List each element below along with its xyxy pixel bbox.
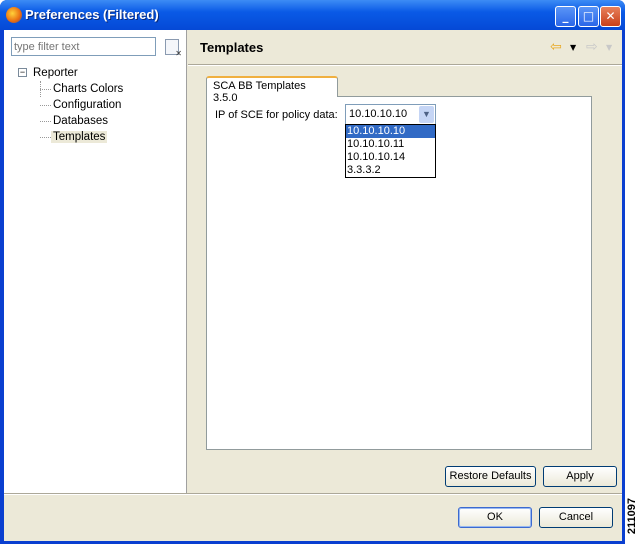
tab-panel: IP of SCE for policy data: 10.10.10.10 ▼ …: [206, 96, 592, 450]
restore-defaults-button[interactable]: Restore Defaults: [445, 466, 536, 487]
tree-item-reporter[interactable]: − Reporter: [18, 65, 123, 81]
tree-item-charts-colors[interactable]: Charts Colors: [18, 81, 123, 97]
page-title: Templates: [200, 40, 264, 55]
close-button[interactable]: ✕: [600, 6, 621, 27]
dropdown-option[interactable]: 10.10.10.14: [346, 151, 435, 164]
back-arrow-icon[interactable]: ⇦: [550, 39, 562, 55]
collapse-icon[interactable]: −: [18, 68, 27, 78]
window-title: Preferences (Filtered): [25, 7, 159, 22]
forward-arrow-icon[interactable]: ⇨: [586, 39, 598, 55]
filter-input[interactable]: [11, 37, 156, 56]
figure-id: 211097: [626, 498, 638, 535]
preferences-tree: − Reporter Charts Colors Configuration Da…: [18, 65, 123, 145]
tree-item-configuration[interactable]: Configuration: [18, 97, 123, 113]
back-dropdown-icon[interactable]: ▼: [570, 43, 576, 52]
app-icon: [6, 7, 22, 23]
minimize-button[interactable]: _: [555, 6, 576, 27]
ip-combo[interactable]: 10.10.10.10 ▼: [345, 104, 436, 125]
forward-dropdown-icon[interactable]: ▼: [606, 43, 612, 52]
cancel-button[interactable]: Cancel: [539, 507, 613, 528]
tree-item-databases[interactable]: Databases: [18, 113, 123, 129]
preferences-window: Preferences (Filtered) _ □ ✕ −Reporter C…: [0, 0, 625, 544]
dropdown-option[interactable]: 10.10.10.11: [346, 138, 435, 151]
maximize-button[interactable]: □: [578, 6, 599, 27]
tree-item-templates[interactable]: Templates: [18, 129, 123, 145]
tab-sca-bb-templates[interactable]: SCA BB Templates 3.5.0: [206, 76, 338, 104]
ip-dropdown-list: 10.10.10.10 10.10.10.11 10.10.10.14 3.3.…: [345, 124, 436, 178]
dropdown-option[interactable]: 10.10.10.10: [346, 125, 435, 138]
ip-field-label: IP of SCE for policy data:: [215, 109, 338, 121]
ok-button[interactable]: OK: [458, 507, 532, 528]
chevron-down-icon[interactable]: ▼: [419, 106, 434, 123]
header-separator: [188, 64, 622, 66]
title-bar: Preferences (Filtered) _ □ ✕: [0, 0, 625, 30]
dialog-body: −Reporter Charts Colors Configuration Da…: [4, 30, 622, 541]
dropdown-option[interactable]: 3.3.3.2: [346, 164, 435, 177]
clear-filter-icon[interactable]: [165, 39, 182, 58]
footer-separator: [4, 493, 622, 495]
apply-button[interactable]: Apply: [543, 466, 617, 487]
preferences-sidebar: −Reporter Charts Colors Configuration Da…: [4, 30, 187, 493]
